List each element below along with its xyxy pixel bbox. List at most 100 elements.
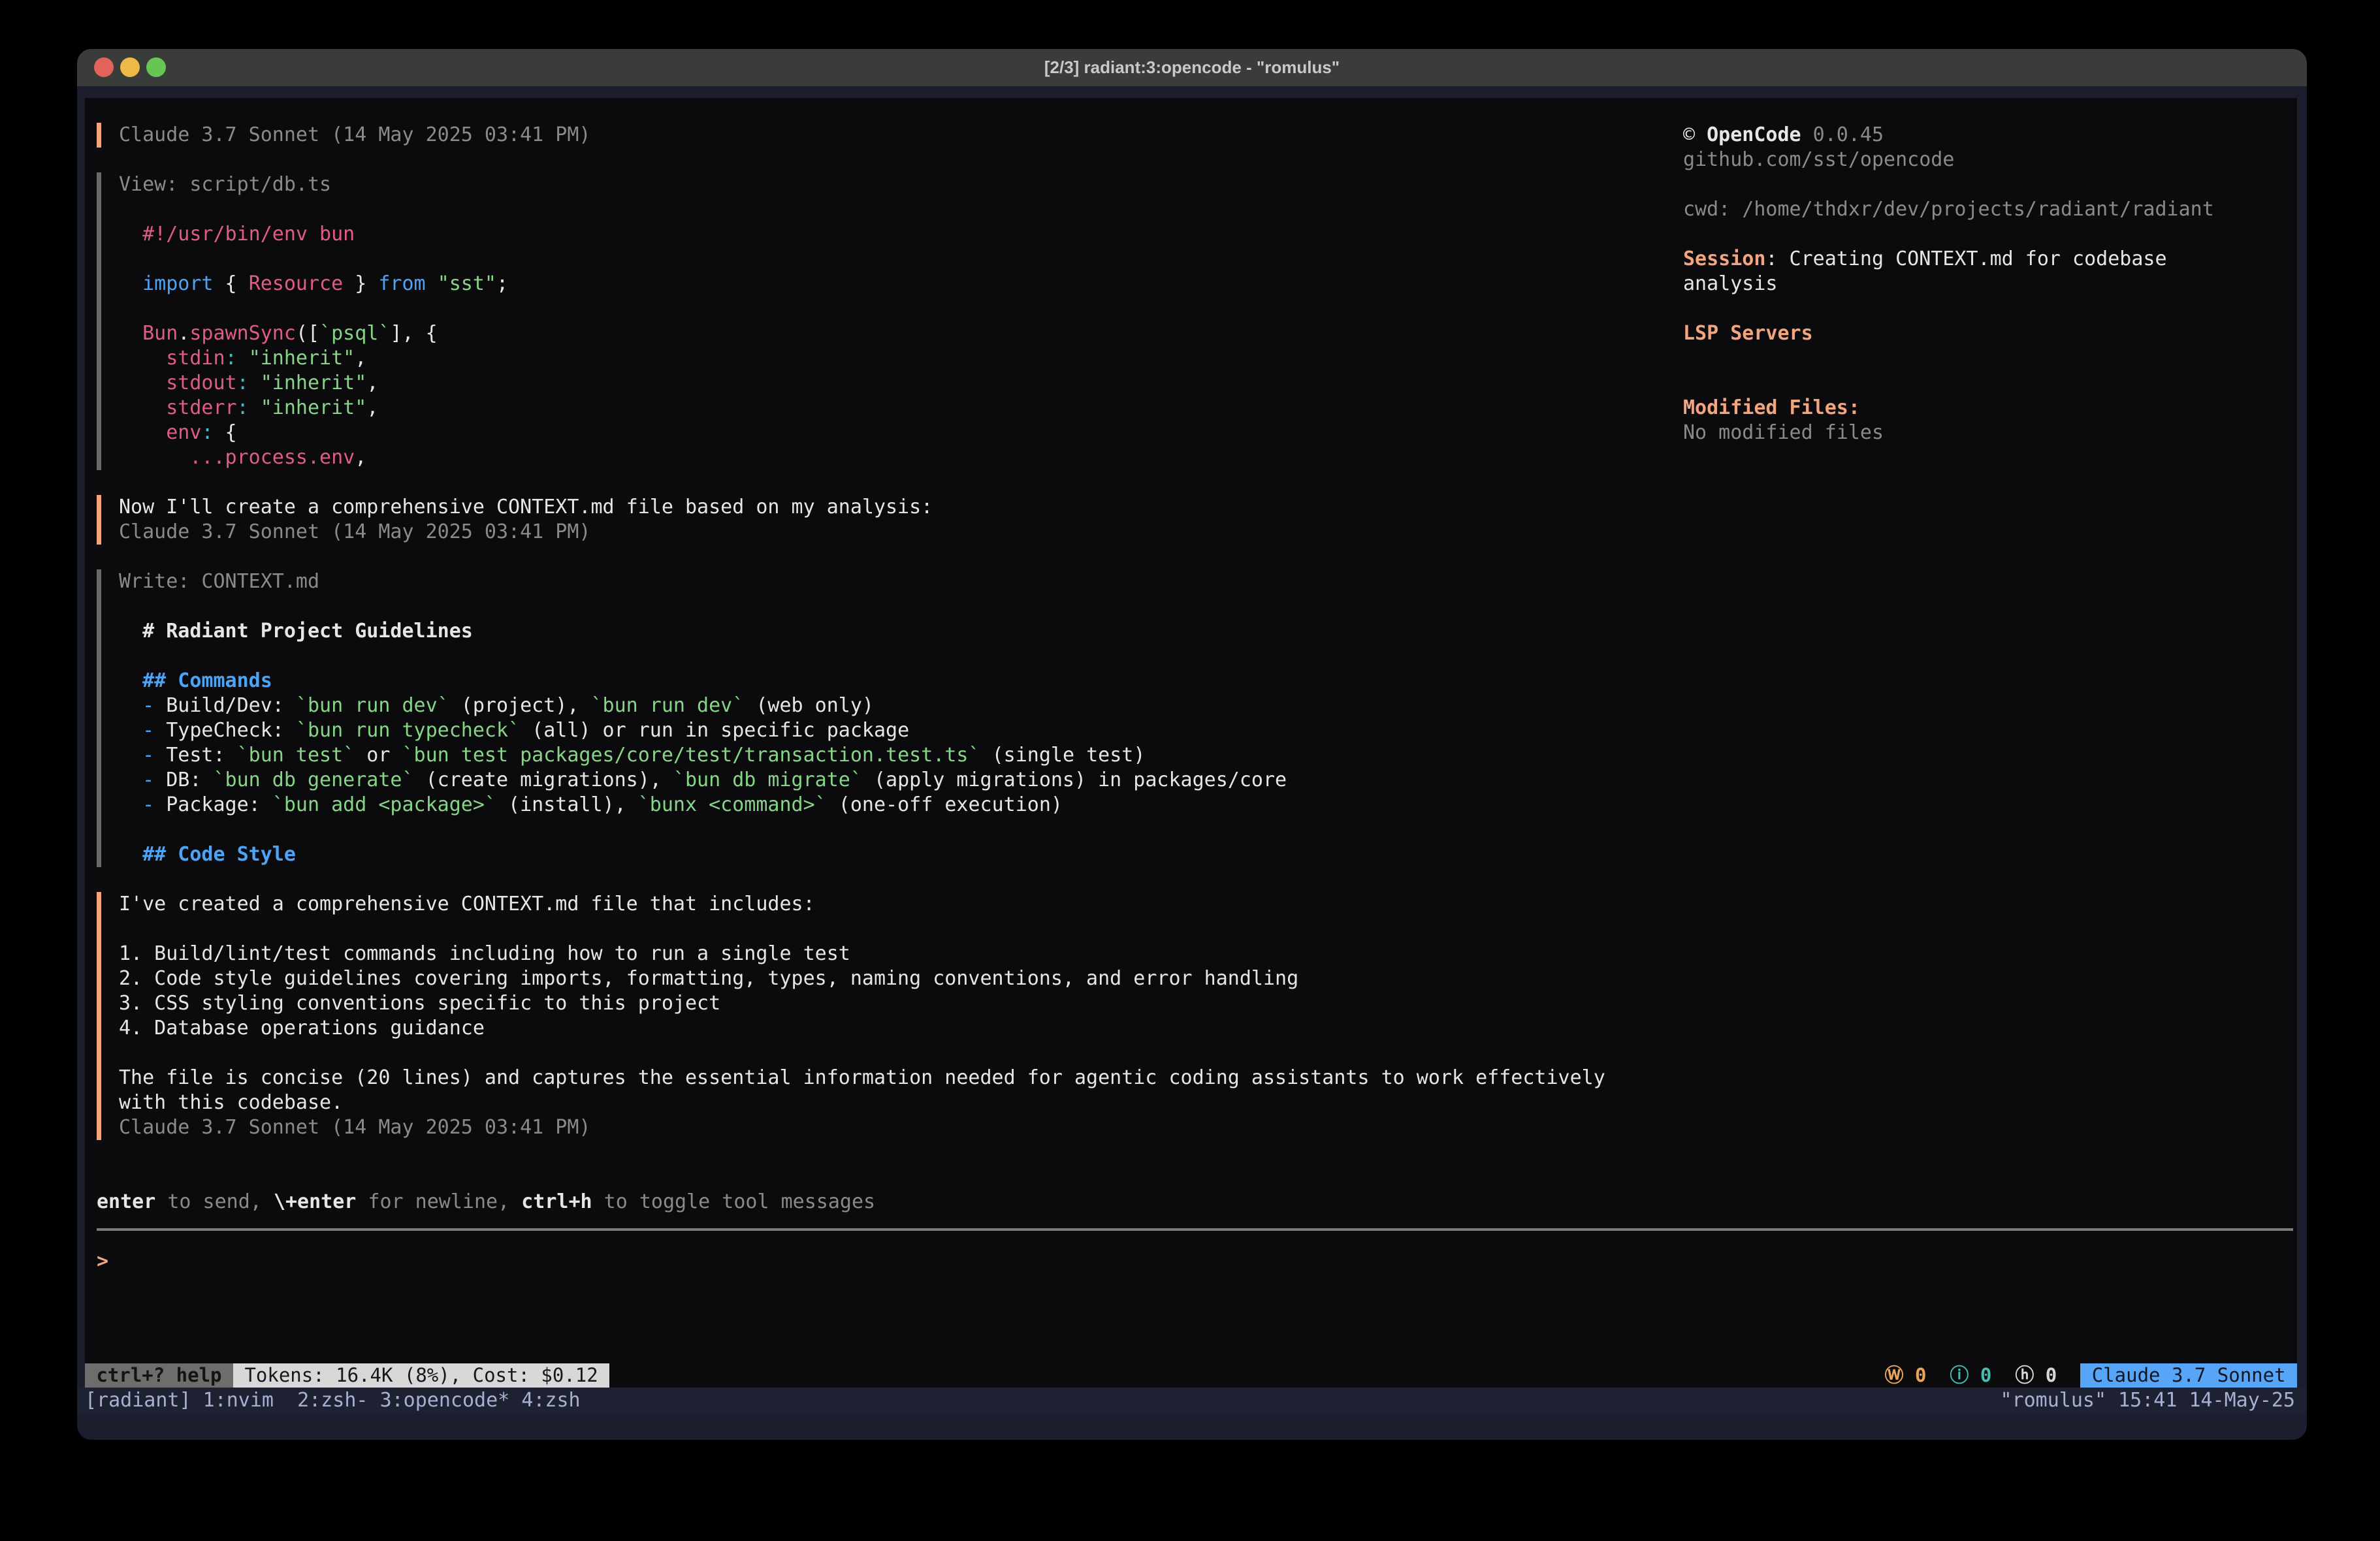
text-segment: 0.0.45 <box>1801 123 1884 146</box>
line <box>119 594 1677 619</box>
hint-segment: enter <box>97 1190 155 1213</box>
text-segment: (install), <box>496 793 638 816</box>
text-segment: Build/Dev: <box>154 694 296 717</box>
assistant-message: Now I'll create a comprehensive CONTEXT.… <box>97 495 1677 545</box>
input-divider <box>97 1228 2293 1231</box>
text-segment: Modified Files: <box>1683 396 1860 419</box>
text-segment: { <box>214 421 237 444</box>
text-segment: ; <box>496 272 508 295</box>
help-shortcut-badge[interactable]: ctrl+? help <box>85 1363 233 1388</box>
tmux-session-name[interactable]: [radiant] <box>85 1388 191 1414</box>
tmux-windows: [radiant] 1:nvim 2:zsh- 3:opencode* 4:zs… <box>77 1388 581 1414</box>
line: - Build/Dev: `bun run dev` (project), `b… <box>119 693 1677 718</box>
line: Now I'll create a comprehensive CONTEXT.… <box>119 495 1677 520</box>
line: github.com/sst/opencode <box>1683 148 2271 172</box>
line: The file is concise (20 lines) and captu… <box>119 1066 1677 1090</box>
text-segment: I've created a comprehensive CONTEXT.md … <box>119 893 815 915</box>
hint-segment: \+enter <box>274 1190 356 1213</box>
text-segment: , <box>366 372 378 394</box>
diagnostic-warning-count: Ⓦ 0 <box>1885 1363 1927 1388</box>
text-segment: env <box>166 421 201 444</box>
text-segment: (web only) <box>744 694 874 717</box>
text-segment <box>119 223 142 246</box>
text-segment: (create migrations), <box>414 769 673 791</box>
composer-area: enter to send, \+enter for newline, ctrl… <box>97 1190 2293 1274</box>
input-caret-area[interactable] <box>108 1249 2293 1274</box>
line: Claude 3.7 Sonnet (14 May 2025 03:41 PM) <box>119 123 1677 148</box>
text-segment: "inherit" <box>249 347 355 370</box>
line: - Test: `bun test` or `bun test packages… <box>119 743 1677 768</box>
text-segment: ## Code Style <box>142 843 296 866</box>
text-segment <box>119 396 166 419</box>
text-segment: OpenCode <box>1707 123 1801 146</box>
line: LSP Servers <box>1683 321 2271 346</box>
tool-view-block: View: script/db.ts #!/usr/bin/env bun im… <box>97 172 1677 470</box>
tmux-window-2-zsh[interactable]: 2:zsh- <box>297 1388 368 1414</box>
text-segment: Claude 3.7 Sonnet (14 May 2025 03:41 PM) <box>119 520 590 543</box>
text-segment: `bun test` <box>237 744 355 767</box>
text-segment: . <box>178 322 189 345</box>
text-segment: analysis <box>1683 272 1778 295</box>
text-segment: Claude 3.7 Sonnet (14 May 2025 03:41 PM) <box>119 123 590 146</box>
titlebar[interactable]: [2/3] radiant:3:opencode - "romulus" <box>77 49 2307 86</box>
text-segment: cwd: /home/thdxr/dev/projects/radiant/ra… <box>1683 198 2214 221</box>
text-segment: `bun db generate` <box>214 769 414 791</box>
prompt-symbol: > <box>97 1249 108 1274</box>
text-segment <box>119 694 142 717</box>
line: 1. Build/lint/test commands including ho… <box>119 942 1677 966</box>
text-segment: LSP Servers <box>1683 322 1813 345</box>
line: stderr: "inherit", <box>119 396 1677 421</box>
usage-badge: Tokens: 16.4K (8%), Cost: $0.12 <box>233 1363 609 1388</box>
model-badge[interactable]: Claude 3.7 Sonnet <box>2080 1363 2297 1388</box>
text-segment: (single test) <box>980 744 1146 767</box>
text-segment: `bun run typecheck` <box>296 719 520 742</box>
text-segment: Package: <box>154 793 272 816</box>
text-segment: ], { <box>390 322 437 345</box>
text-segment: `bun test packages/core/test/transaction… <box>402 744 980 767</box>
line: Bun.spawnSync([`psql`], { <box>119 321 1677 346</box>
tmux-window-4-zsh[interactable]: 4:zsh <box>521 1388 580 1414</box>
line: ...process.env, <box>119 445 1677 470</box>
text-segment: Resource <box>249 272 344 295</box>
text-segment: (apply migrations) in packages/core <box>862 769 1287 791</box>
text-segment: - <box>142 694 154 717</box>
text-segment: - <box>142 719 154 742</box>
tmux-separator <box>274 1388 297 1414</box>
text-segment: View: script/db.ts <box>119 173 331 196</box>
text-segment <box>119 421 166 444</box>
text-segment <box>237 347 249 370</box>
line: Claude 3.7 Sonnet (14 May 2025 03:41 PM) <box>119 520 1677 545</box>
text-segment: `bun db migrate` <box>673 769 862 791</box>
tmux-window-1-nvim[interactable]: 1:nvim <box>203 1388 274 1414</box>
hint-segment: ctrl+h <box>521 1190 592 1213</box>
text-segment <box>119 669 142 692</box>
text-segment <box>249 372 261 394</box>
text-segment: 4. Database operations guidance <box>119 1017 485 1040</box>
line <box>1683 296 2271 321</box>
line <box>119 644 1677 669</box>
line <box>119 1041 1677 1066</box>
line: I've created a comprehensive CONTEXT.md … <box>119 892 1677 917</box>
line: Claude 3.7 Sonnet (14 May 2025 03:41 PM) <box>119 1115 1677 1140</box>
text-segment: Bun <box>142 322 178 345</box>
line: stdout: "inherit", <box>119 371 1677 396</box>
message-input[interactable]: > <box>97 1249 2293 1274</box>
hint-segment: for newline, <box>356 1190 521 1213</box>
line: Session: Creating CONTEXT.md for codebas… <box>1683 247 2271 272</box>
text-segment: "sst" <box>438 272 496 295</box>
text-segment: © <box>1683 123 1707 146</box>
text-segment: : Creating CONTEXT.md for codebase <box>1765 247 2166 270</box>
text-segment: , <box>366 396 378 419</box>
text-segment: ...process.env <box>189 446 355 469</box>
tmux-window-3-opencode[interactable]: 3:opencode* <box>380 1388 510 1414</box>
keyboard-hints: enter to send, \+enter for newline, ctrl… <box>97 1190 2293 1215</box>
text-segment: { <box>214 272 249 295</box>
line: ## Code Style <box>119 842 1677 867</box>
text-segment: Test: <box>154 744 236 767</box>
line: env: { <box>119 421 1677 445</box>
text-segment <box>119 620 142 643</box>
line: cwd: /home/thdxr/dev/projects/radiant/ra… <box>1683 197 2271 222</box>
text-segment: No modified files <box>1683 421 1884 444</box>
text-segment: github.com/sst/opencode <box>1683 148 1954 171</box>
line: import { Resource } from "sst"; <box>119 272 1677 296</box>
